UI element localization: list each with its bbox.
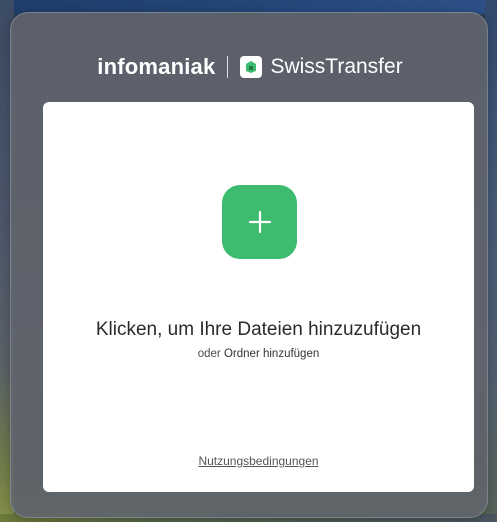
dropzone-card[interactable]: Klicken, um Ihre Dateien hinzuzufügen od… — [43, 102, 474, 492]
plus-icon — [248, 210, 271, 234]
add-files-label[interactable]: Klicken, um Ihre Dateien hinzuzufügen — [43, 319, 474, 341]
add-folder-prefix: oder — [197, 348, 221, 360]
terms-link[interactable]: Nutzungsbedingungen — [43, 454, 474, 468]
brand-divider — [227, 56, 229, 78]
swisstransfer-brand: SwissTransfer — [270, 55, 403, 78]
add-folder-link[interactable]: Ordner hinzufügen — [224, 348, 319, 360]
upload-panel: infomaniak SwissTransfer Klicken, um Ihr… — [10, 12, 488, 518]
add-files-button[interactable] — [222, 185, 297, 259]
infomaniak-brand: infomaniak — [97, 54, 216, 79]
brand-header: infomaniak SwissTransfer — [11, 47, 489, 87]
add-folder-line: oder Ordner hinzufügen — [43, 348, 474, 360]
swisstransfer-logo-icon — [240, 56, 263, 78]
